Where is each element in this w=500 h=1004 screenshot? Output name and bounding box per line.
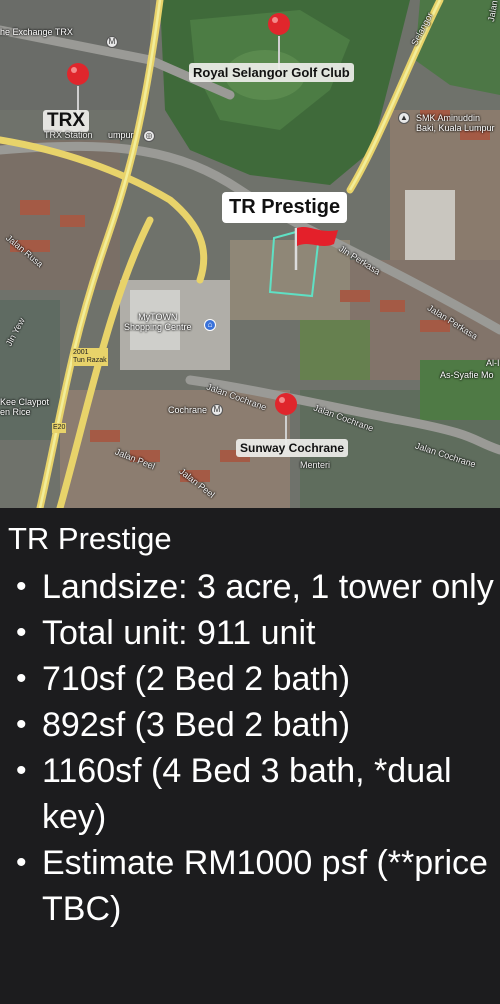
bullet-icon: •: [16, 846, 27, 879]
detail-text: Total unit: 911 unit: [42, 614, 316, 652]
trx-label[interactable]: TRX: [43, 110, 89, 132]
bullet-icon: •: [16, 616, 27, 649]
metro-station-icon[interactable]: ◎: [143, 130, 155, 142]
school-icon[interactable]: ▲: [398, 112, 410, 124]
list-item: • 1160sf (4 Bed 3 bath, *dual key): [8, 748, 500, 840]
trx-station-suffix: umpur: [108, 130, 134, 140]
bullet-icon: •: [16, 754, 27, 787]
property-details-list: • Landsize: 3 acre, 1 tower only • Total u…: [8, 564, 500, 932]
trx-station-label: TRX Station: [44, 130, 93, 140]
flag-icon[interactable]: [290, 224, 342, 272]
property-info-panel: TR Prestige • Landsize: 3 acre, 1 tower o…: [0, 508, 500, 932]
mytown-label: MyTOWN Shopping Centre: [124, 312, 192, 332]
al-i-label: Al-I: [486, 358, 500, 368]
cochrane-station-label: Cochrane: [168, 405, 208, 415]
satellite-map[interactable]: Royal Selangor Golf Club TRX TR Prestige…: [0, 0, 500, 508]
list-item: • 892sf (3 Bed 2 bath): [8, 702, 500, 748]
golf-club-label[interactable]: Royal Selangor Golf Club: [189, 63, 354, 82]
list-item: • 710sf (2 Bed 2 bath): [8, 656, 500, 702]
detail-text: Landsize: 3 acre, 1 tower only: [42, 568, 494, 606]
street-label: Menteri: [300, 460, 331, 470]
detail-text: Estimate RM1000 psf (**price TBC): [42, 844, 488, 928]
tr-prestige-label[interactable]: TR Prestige: [222, 192, 348, 223]
smk-label: SMK Aminuddin Baki, Kuala Lumpur: [416, 113, 495, 133]
bullet-icon: •: [16, 708, 27, 741]
tun-razak-exit-label: 2001 Tun Razak: [72, 348, 108, 366]
list-item: • Estimate RM1000 psf (**price TBC): [8, 840, 500, 932]
e20-shield: E20: [52, 423, 67, 433]
metro-station-icon[interactable]: M: [106, 36, 118, 48]
shopping-icon[interactable]: ⌂: [204, 319, 216, 331]
sunway-cochrane-label[interactable]: Sunway Cochrane: [236, 439, 349, 457]
exchange-trx-label: he Exchange TRX: [0, 27, 73, 37]
as-syafie-label: As-Syafie Mo: [440, 370, 494, 380]
detail-text: 892sf (3 Bed 2 bath): [42, 706, 351, 744]
detail-text: 1160sf (4 Bed 3 bath, *dual key): [42, 752, 452, 836]
property-title: TR Prestige: [8, 521, 172, 556]
bullet-icon: •: [16, 570, 27, 603]
list-item: • Total unit: 911 unit: [8, 610, 500, 656]
bullet-icon: •: [16, 662, 27, 695]
detail-text: 710sf (2 Bed 2 bath): [42, 660, 351, 698]
metro-station-icon[interactable]: M: [211, 404, 223, 416]
kee-claypot-label: Kee Claypot en Rice: [0, 397, 50, 417]
list-item: • Landsize: 3 acre, 1 tower only: [8, 564, 500, 610]
